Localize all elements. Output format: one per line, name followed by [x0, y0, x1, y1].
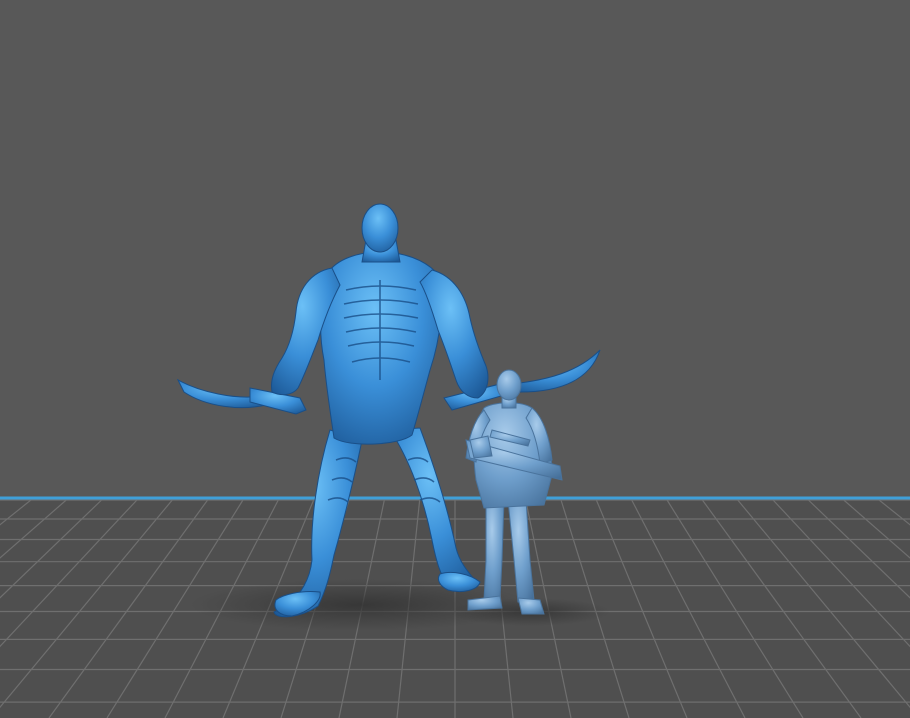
soldier-left-leg	[483, 499, 505, 601]
soldier-head	[496, 369, 522, 401]
soldier-right-shoe	[517, 597, 545, 615]
background-wall	[0, 0, 910, 500]
soldier-rifle-stock	[469, 435, 493, 459]
3d-viewport[interactable]	[0, 0, 910, 718]
creature-head	[361, 203, 399, 253]
scene-canvas[interactable]	[0, 0, 910, 718]
